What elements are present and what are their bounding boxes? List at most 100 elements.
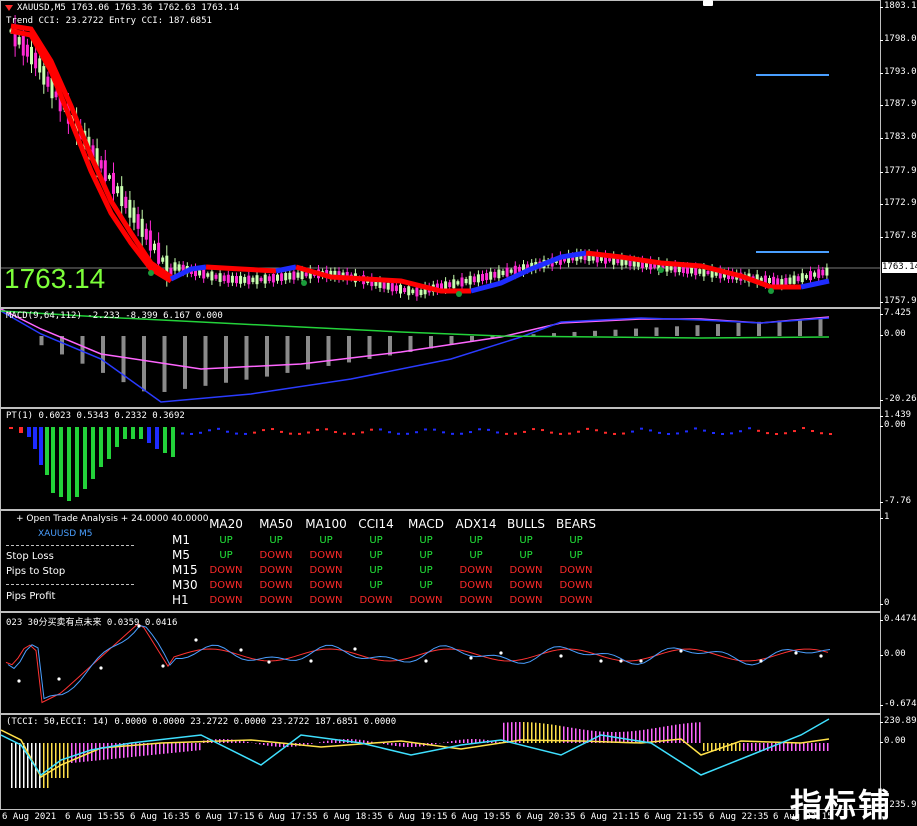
pt-bar (51, 427, 55, 493)
price-tick: 1783.00 (884, 132, 917, 142)
pt-bar (83, 427, 87, 489)
tcci-histogram-bar (435, 743, 437, 744)
tcci-histogram-bar (803, 743, 805, 751)
candle-body (284, 273, 287, 280)
tcci-histogram-bar (651, 729, 653, 743)
pt-dot (208, 429, 211, 431)
tcci-histogram-bar (623, 732, 625, 743)
signal-dot (768, 288, 774, 294)
price-tick: 1803.10 (884, 1, 917, 11)
close-icon[interactable] (703, 0, 713, 6)
pt-dot (190, 433, 193, 435)
signal-cell: UP (551, 550, 601, 561)
tcci-histogram-bar (111, 743, 113, 759)
tcci-histogram-bar (15, 743, 17, 788)
price-tick: 1772.95 (884, 198, 917, 208)
tcci-histogram-bar (19, 743, 21, 788)
oscillator-dot (353, 647, 356, 650)
pt-tick: -7.76 (884, 496, 911, 506)
pt-dot (181, 433, 184, 435)
pt-bar (147, 427, 151, 443)
tcci-histogram-bar (155, 743, 157, 755)
candle-body (227, 275, 230, 283)
time-label: 6 Aug 17:15 (195, 812, 255, 822)
macd-histogram-bar (306, 336, 310, 369)
tcci-histogram-bar (175, 743, 177, 753)
pt-svg (1, 409, 881, 510)
candle-body (268, 276, 271, 281)
candle-body (473, 276, 476, 282)
pt-pane[interactable]: PT(1) 0.6023 0.5343 0.2332 0.3692 (0, 408, 881, 510)
macd-histogram-bar (81, 336, 85, 364)
tcci-histogram-bar (307, 743, 309, 745)
tcci-histogram-bar (79, 743, 81, 762)
divider (6, 584, 134, 585)
pt-dot (505, 433, 508, 435)
tcci-histogram-bar (759, 743, 761, 751)
timeframe-label: M5 (172, 548, 190, 562)
candle-body (145, 229, 148, 240)
candle-body (452, 279, 455, 288)
candle-body (128, 200, 131, 218)
pt-dot (388, 431, 391, 433)
candle-body (698, 269, 701, 274)
pt-dot (793, 430, 796, 432)
tcci-histogram-bar (259, 743, 261, 744)
time-label: 6 Aug 19:15 (388, 812, 448, 822)
macd-histogram-bar (142, 336, 146, 391)
tcci-histogram-bar (407, 743, 409, 747)
candle-body (497, 270, 500, 279)
tcci-histogram-bar (627, 732, 629, 743)
tcci-histogram-bar (755, 743, 757, 751)
pt-dot (478, 428, 481, 430)
pips-to-stop-label: Pips to Stop (6, 566, 65, 577)
candle-body (149, 231, 152, 251)
oscillator-pane[interactable]: 023 30分买卖有点未来 0.0359 0.0416 (0, 612, 881, 714)
tcci-histogram-bar (735, 743, 737, 751)
signal-cell: UP (401, 580, 451, 591)
tcci-histogram-bar (691, 723, 693, 743)
tcci-histogram-bar (107, 743, 109, 759)
candle-body (477, 274, 480, 282)
signal-cell: UP (301, 535, 351, 546)
candle-body (387, 283, 390, 290)
candle-body (461, 277, 464, 286)
candle-body (116, 186, 119, 193)
macd-histogram-bar (552, 333, 556, 336)
time-label: 6 Aug 21:55 (644, 812, 704, 822)
candle-body (157, 243, 160, 264)
tcci-histogram-bar (767, 743, 769, 751)
pt-dot (307, 432, 310, 434)
price-chart-pane[interactable]: XAUUSD,M5 1763.06 1763.36 1762.63 1763.1… (0, 0, 881, 308)
trade-tick: 1 (884, 512, 889, 522)
tcci-histogram-bar (783, 743, 785, 751)
oscillator-dot (57, 677, 60, 680)
trade-axis: 1 0 (881, 510, 917, 612)
tcci-histogram-bar (787, 743, 789, 751)
candle-body (456, 281, 459, 284)
macd-histogram-bar (655, 327, 659, 336)
tcci-histogram-bar (727, 743, 729, 751)
osc-tick: 0.4474 (884, 614, 917, 624)
tcci-histogram-bar (363, 740, 365, 743)
signal-cell: UP (401, 565, 451, 576)
osc-axis: 0.4474 0.00 -0.6749 (881, 612, 917, 714)
pt-dot (820, 432, 823, 434)
macd-pane[interactable]: MACD(9,64,112) -2.233 -8.399 6.167 0.000 (0, 308, 881, 408)
tcci-histogram-bar (159, 743, 161, 754)
pt-dot (658, 432, 661, 434)
signal-cell: UP (351, 535, 401, 546)
tcci-pane[interactable]: (TCCI: 50,ECCI: 14) 0.0000 0.0000 23.272… (0, 714, 881, 810)
tcci-histogram-bar (247, 742, 249, 743)
oscillator-dot (239, 648, 242, 651)
price-chart-svg (1, 1, 881, 308)
pt-dot (316, 429, 319, 431)
macd-histogram-bar (737, 323, 741, 336)
pt-dot (604, 432, 607, 434)
osc-tick: 0.00 (884, 649, 906, 659)
tcci-histogram-bar (455, 740, 457, 743)
candle-body (178, 264, 181, 270)
pt-dot (730, 432, 733, 434)
macd-histogram-bar (819, 318, 823, 336)
tcci-histogram-bar (311, 743, 313, 744)
